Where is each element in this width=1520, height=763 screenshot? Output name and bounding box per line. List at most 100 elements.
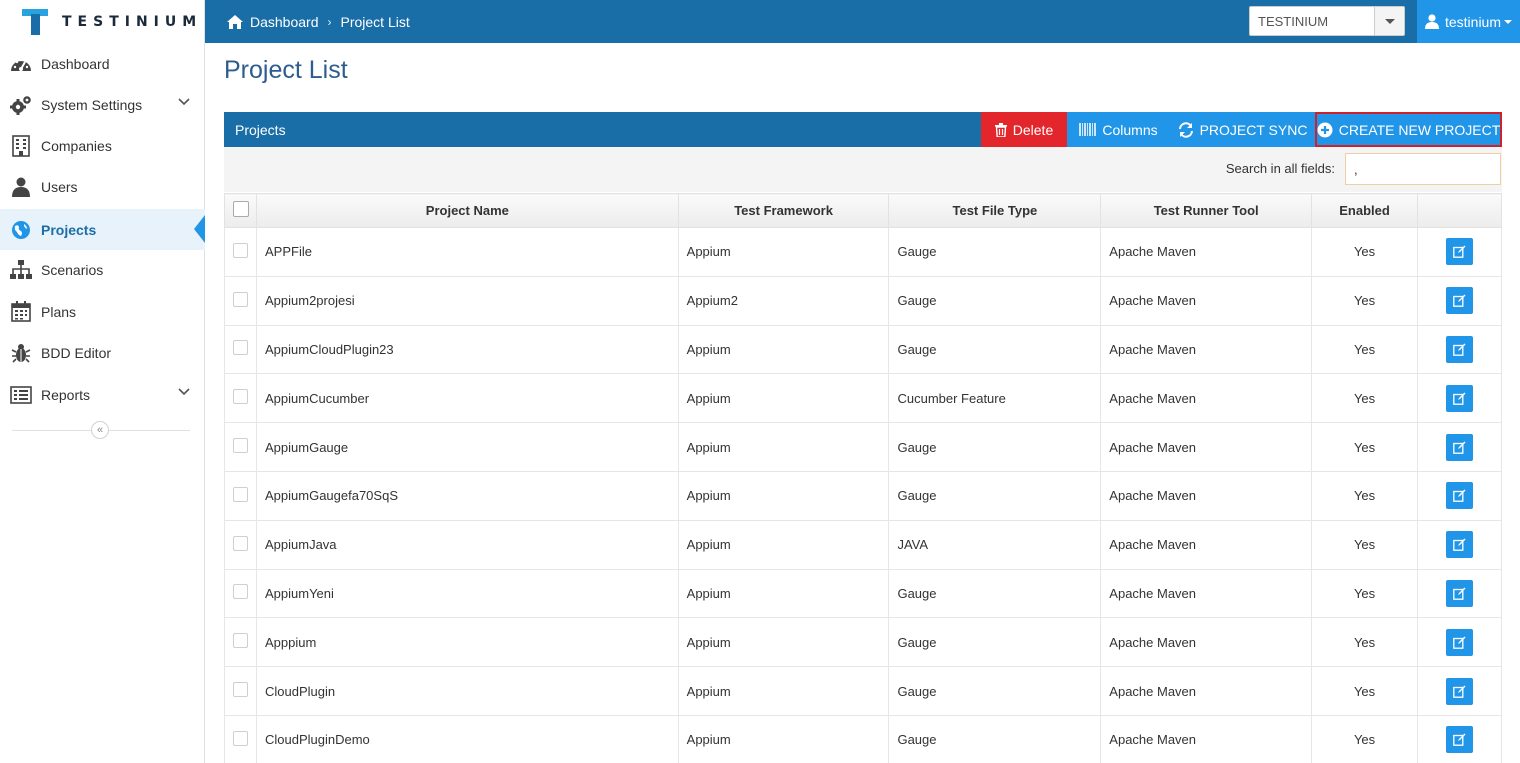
columns-icon [1079, 123, 1097, 136]
enabled-cell: Yes [1311, 519, 1419, 570]
table-row[interactable]: AppiumJava Appium JAVA Apache Maven Yes [224, 519, 1502, 570]
sidebar-collapse-button[interactable]: « [91, 421, 109, 439]
page-title: Project List [224, 56, 348, 84]
row-checkbox[interactable] [233, 535, 248, 551]
edit-button[interactable] [1446, 433, 1473, 461]
row-checkbox[interactable] [233, 291, 248, 307]
row-select-cell [224, 275, 257, 326]
row-checkbox[interactable] [233, 682, 248, 698]
edit-icon [1453, 733, 1466, 747]
sidebar-item-dashboard[interactable]: Dashboard [0, 43, 205, 84]
test-framework-cell: Appium [677, 617, 890, 668]
edit-button[interactable] [1446, 287, 1473, 315]
row-actions-cell [1417, 666, 1502, 716]
column-header-test-runner-tool[interactable]: Test Runner Tool [1100, 193, 1313, 228]
table-row[interactable]: AppiumGaugefa70SqS Appium Gauge Apache Mave… [224, 470, 1502, 521]
calendar-icon [10, 301, 32, 323]
edit-button[interactable] [1446, 677, 1473, 705]
row-select-cell [224, 227, 257, 277]
sidebar-item-bdd-editor[interactable]: BDD Editor [0, 332, 205, 373]
sidebar-item-label: Scenarios [41, 261, 104, 278]
table-header-row: Project Name Test Framework Test File Ty… [224, 193, 1502, 228]
logo[interactable]: TESTINIUM [0, 0, 205, 43]
column-header-enabled[interactable]: Enabled [1311, 193, 1419, 228]
top-bar: TESTINIUM Dashboard › Project List TESTI… [0, 0, 1520, 43]
search-input[interactable] [1345, 153, 1501, 185]
sidebar-item-system-settings[interactable]: System Settings [0, 84, 205, 125]
edit-button[interactable] [1446, 335, 1473, 363]
row-checkbox[interactable] [233, 730, 248, 746]
column-header-project-name[interactable]: Project Name [256, 193, 679, 228]
project-name-cell: Apppium [256, 617, 679, 668]
sidebar-item-plans[interactable]: Plans [0, 291, 205, 332]
test-runner-tool-cell: Apache Maven [1100, 617, 1313, 668]
sidebar-item-label: Projects [41, 221, 97, 238]
row-checkbox[interactable] [233, 584, 248, 600]
test-file-type-cell: Gauge [888, 324, 1102, 375]
sidebar-item-scenarios[interactable]: Scenarios [0, 249, 205, 290]
delete-button[interactable]: Delete [981, 112, 1067, 147]
project-sync-button[interactable]: PROJECT SYNC [1170, 112, 1315, 147]
company-select[interactable]: TESTINIUM [1249, 6, 1405, 36]
create-new-project-button[interactable]: CREATE NEW PROJECT [1315, 112, 1502, 147]
test-framework-cell: Appium2 [677, 275, 890, 326]
row-checkbox[interactable] [233, 340, 248, 356]
edit-button[interactable] [1446, 482, 1473, 510]
company-select-toggle[interactable] [1374, 7, 1404, 35]
table-row[interactable]: Apppium Appium Gauge Apache Maven Yes [224, 617, 1502, 668]
row-checkbox[interactable] [233, 242, 248, 258]
project-name-cell: Appium2projesi [256, 275, 679, 326]
dashboard-icon [10, 53, 32, 75]
sidebar-item-users[interactable]: Users [0, 166, 205, 207]
edit-icon [1453, 343, 1466, 356]
columns-button[interactable]: Columns [1067, 112, 1170, 147]
row-select-cell [224, 617, 257, 668]
row-checkbox[interactable] [233, 486, 248, 502]
edit-icon [1453, 538, 1466, 552]
columns-label: Columns [1102, 121, 1158, 138]
gears-icon [10, 94, 32, 116]
table-row[interactable]: Appium2projesi Appium2 Gauge Apache Maven Ye… [224, 275, 1502, 326]
sidebar-item-companies[interactable]: Companies [0, 125, 205, 166]
sitemap-icon [10, 259, 32, 281]
row-select-cell [224, 422, 257, 472]
row-actions-cell [1417, 568, 1502, 619]
column-header-test-file-type[interactable]: Test File Type [888, 193, 1102, 228]
project-name-cell: APPFile [256, 227, 679, 277]
project-sync-label: PROJECT SYNC [1199, 121, 1308, 138]
project-name-cell: AppiumGaugefa70SqS [256, 470, 679, 521]
table-row[interactable]: AppiumCucumber Appium Cucumber Feature Apac… [224, 373, 1502, 424]
breadcrumb-dashboard-link[interactable]: Dashboard [250, 14, 319, 30]
test-file-type-cell: Gauge [888, 568, 1102, 619]
breadcrumb-current: Project List [340, 13, 410, 30]
search-bar: Search in all fields: [224, 147, 1502, 192]
edit-button[interactable] [1446, 628, 1473, 656]
edit-button[interactable] [1446, 531, 1473, 559]
sidebar-item-projects[interactable]: Projects [0, 209, 205, 250]
row-select-cell [224, 324, 257, 375]
row-checkbox[interactable] [233, 389, 248, 405]
enabled-cell: Yes [1311, 714, 1419, 763]
table-row[interactable]: APPFile Appium Gauge Apache Maven Yes [224, 227, 1502, 277]
table-row[interactable]: CloudPluginDemo Appium Gauge Apache Maven Ye… [224, 714, 1502, 763]
logo-text: TESTINIUM [62, 13, 203, 30]
row-checkbox[interactable] [233, 438, 248, 454]
user-menu[interactable]: testinium [1417, 0, 1520, 43]
edit-button[interactable] [1446, 579, 1473, 607]
column-header-test-framework[interactable]: Test Framework [677, 193, 890, 228]
table-row[interactable]: AppiumGauge Appium Gauge Apache Maven Yes [224, 422, 1502, 472]
edit-button[interactable] [1446, 384, 1473, 412]
enabled-cell: Yes [1311, 373, 1419, 424]
logo-mark-icon [22, 8, 48, 35]
sidebar-item-reports[interactable]: Reports [0, 374, 205, 415]
table-row[interactable]: AppiumCloudPlugin23 Appium Gauge Apache Mav… [224, 324, 1502, 375]
select-all-checkbox[interactable] [232, 201, 249, 217]
row-checkbox[interactable] [233, 633, 248, 649]
row-actions-cell [1417, 617, 1502, 668]
table-row[interactable]: AppiumYeni Appium Gauge Apache Maven Yes [224, 568, 1502, 619]
edit-button[interactable] [1446, 238, 1473, 266]
table-row[interactable]: CloudPlugin Appium Gauge Apache Maven Yes [224, 666, 1502, 716]
test-runner-tool-cell: Apache Maven [1100, 714, 1313, 763]
test-framework-cell: Appium [677, 227, 890, 277]
edit-button[interactable] [1446, 726, 1473, 754]
